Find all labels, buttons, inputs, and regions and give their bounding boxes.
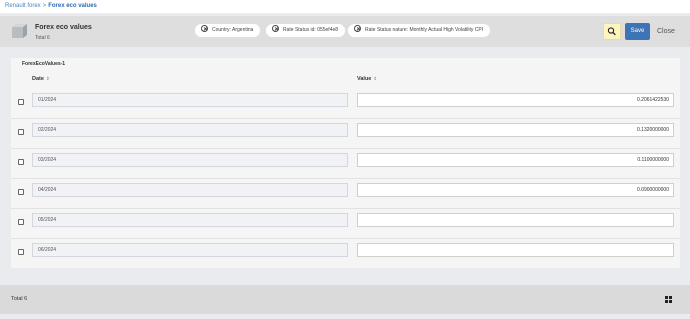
- column-header-date[interactable]: Date ⇕: [32, 76, 50, 82]
- section-title: ForexEcoValues-1: [22, 61, 66, 67]
- date-field: 05/2024: [32, 213, 348, 227]
- footer-total: Total 6: [11, 296, 28, 302]
- table-row: 06/2024: [11, 239, 680, 269]
- value-input[interactable]: 0.1100000000: [357, 153, 674, 167]
- date-field: 04/2024: [32, 183, 348, 197]
- table-row: 02/2024 0.1320000000: [11, 119, 680, 149]
- footer-bar: Total 6: [0, 285, 690, 314]
- search-button[interactable]: [603, 23, 621, 40]
- date-field: 02/2024: [32, 123, 348, 137]
- value-input[interactable]: 0.1320000000: [357, 123, 674, 137]
- row-checkbox[interactable]: [18, 129, 24, 135]
- column-header-date-label: Date: [32, 76, 44, 82]
- page-header: Forex eco values Total 6 Country: Argent…: [0, 16, 690, 47]
- column-header-value-label: Value: [357, 76, 372, 82]
- filter-chip-label: Rate Status nature: Monthly Actual High …: [365, 27, 484, 33]
- close-circle-icon[interactable]: [201, 25, 208, 33]
- filter-chip-country[interactable]: Country: Argentina: [194, 23, 262, 38]
- filter-chip-label: Country: Argentina: [212, 27, 254, 33]
- date-field: 01/2024: [32, 93, 348, 107]
- table-row: 05/2024: [11, 209, 680, 239]
- table-row: 04/2024 0.0900000000: [11, 179, 680, 209]
- table-row: 01/2024 0.2061422530: [11, 89, 680, 119]
- value-input[interactable]: 0.0900000000: [357, 183, 674, 197]
- value-input[interactable]: 0.2061422530: [357, 93, 674, 107]
- page-subtitle: Total 6: [35, 35, 50, 41]
- object-icon: [12, 24, 27, 38]
- filter-chip-rate-status-id[interactable]: Rate Status id: 055ef4e8: [265, 23, 347, 38]
- value-input[interactable]: [357, 213, 674, 227]
- column-header-value[interactable]: Value ⇕: [357, 76, 377, 82]
- row-checkbox[interactable]: [18, 189, 24, 195]
- breadcrumb: Renault forex > Forex eco values: [0, 0, 690, 13]
- close-button[interactable]: Close: [657, 23, 675, 40]
- grid-icon[interactable]: [665, 296, 672, 303]
- filter-chip-label: Rate Status id: 055ef4e8: [283, 27, 339, 33]
- breadcrumb-separator: >: [42, 3, 47, 9]
- table-row: 03/2024 0.1100000000: [11, 149, 680, 179]
- filter-chip-rate-status-nature[interactable]: Rate Status nature: Monthly Actual High …: [347, 23, 492, 38]
- breadcrumb-current: Forex eco values: [48, 3, 97, 9]
- close-circle-icon[interactable]: [354, 25, 361, 33]
- row-checkbox[interactable]: [18, 159, 24, 165]
- date-field: 03/2024: [32, 153, 348, 167]
- close-circle-icon[interactable]: [272, 25, 279, 33]
- date-field: 06/2024: [32, 243, 348, 257]
- row-checkbox[interactable]: [18, 99, 24, 105]
- value-input[interactable]: [357, 243, 674, 257]
- sort-icon[interactable]: ⇕: [46, 76, 50, 81]
- sort-icon[interactable]: ⇕: [373, 76, 377, 81]
- search-icon: [607, 27, 616, 36]
- row-checkbox[interactable]: [18, 249, 24, 255]
- breadcrumb-parent-link[interactable]: Renault forex: [5, 3, 41, 9]
- row-checkbox[interactable]: [18, 219, 24, 225]
- save-button[interactable]: Save: [625, 23, 650, 40]
- page-title: Forex eco values: [35, 24, 92, 31]
